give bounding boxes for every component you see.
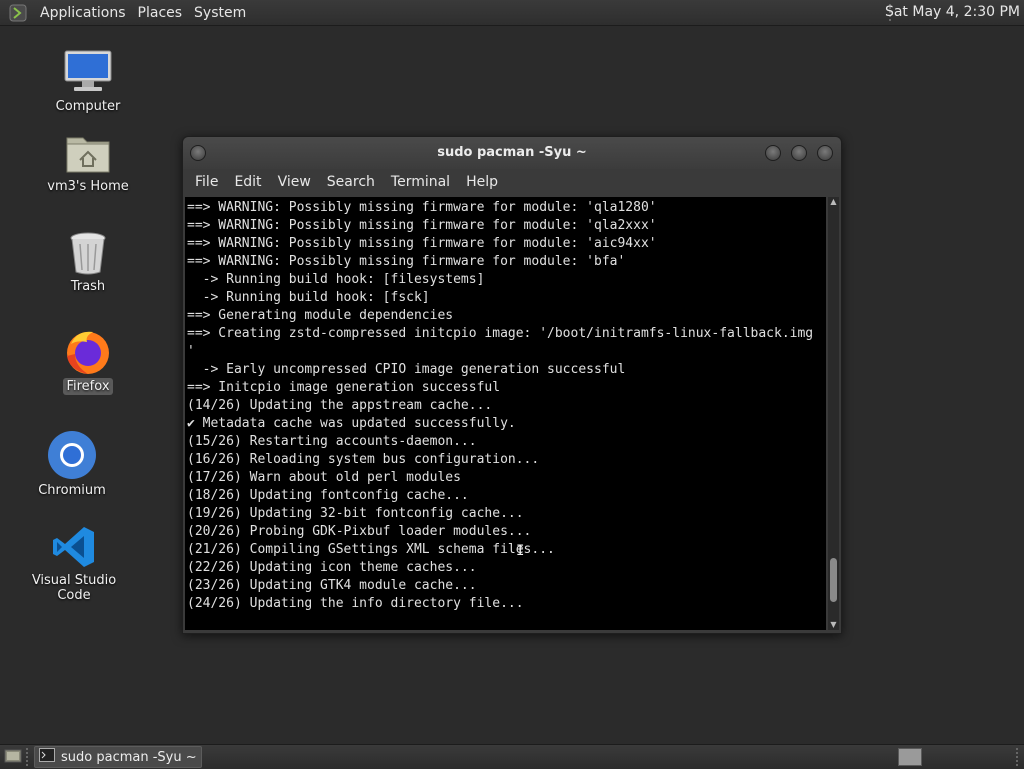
firefox-icon [28,320,148,376]
panel-separator [26,748,32,766]
terminal-icon [39,748,55,766]
chromium-icon [12,424,132,480]
desktop-icon-label: Chromium [38,483,106,498]
menu-help[interactable]: Help [458,174,506,190]
home-folder-icon [28,120,148,176]
panel-separator [1016,748,1022,766]
terminal-output[interactable]: ==> WARNING: Possibly missing firmware f… [185,197,826,630]
trash-icon [28,220,148,276]
scroll-up-arrow-icon[interactable]: ▲ [828,197,839,207]
vscode-icon [14,514,134,570]
desktop-icon-trash[interactable]: Trash [28,220,148,295]
terminal-menubar: File Edit View Search Terminal Help [183,169,841,195]
desktop-icon-firefox[interactable]: Firefox [28,320,148,395]
desktop-icon-label: vm3's Home [47,179,129,194]
scroll-down-arrow-icon[interactable]: ▼ [828,620,839,630]
desktop-icon-label: Visual Studio Code [31,573,117,603]
workspace-switcher[interactable] [898,748,922,766]
menu-edit[interactable]: Edit [226,174,269,190]
computer-icon [28,40,148,96]
window-menu-icon[interactable] [190,145,206,161]
scrollbar-thumb[interactable] [830,557,837,602]
top-panel: Applications Places System Sat May 4, 2:… [0,0,1024,26]
maximize-button[interactable] [791,145,807,161]
terminal-text: ==> WARNING: Possibly missing firmware f… [187,200,814,611]
text-cursor-icon: I [516,543,525,559]
minimize-button[interactable] [765,145,781,161]
applications-menu[interactable]: Applications [34,5,132,21]
desktop-icon-chromium[interactable]: Chromium [12,424,132,499]
desktop-icon-home[interactable]: vm3's Home [28,120,148,195]
vertical-scrollbar[interactable]: ▲ ▼ [828,197,839,630]
menu-file[interactable]: File [187,174,226,190]
window-titlebar[interactable]: sudo pacman -Syu ~ [183,137,841,169]
show-desktop-icon[interactable] [4,748,22,764]
clock[interactable]: Sat May 4, 2:30 PM [885,0,1020,25]
taskbar-item-label: sudo pacman -Syu ~ [61,749,197,765]
distro-logo-icon[interactable] [8,4,28,22]
taskbar-item-terminal[interactable]: sudo pacman -Syu ~ [34,746,202,768]
menu-view[interactable]: View [270,174,319,190]
menu-search[interactable]: Search [319,174,383,190]
window-title: sudo pacman -Syu ~ [437,145,587,160]
menu-terminal[interactable]: Terminal [383,174,458,190]
desktop-icon-vscode[interactable]: Visual Studio Code [14,514,134,604]
desktop-icon-label: Trash [70,279,106,294]
close-button[interactable] [817,145,833,161]
desktop-icon-label: Computer [55,99,121,114]
system-menu[interactable]: System [188,5,252,21]
places-menu[interactable]: Places [132,5,189,21]
desktop-icon-label: Firefox [63,378,113,395]
terminal-window[interactable]: sudo pacman -Syu ~ File Edit View Search… [182,136,842,634]
bottom-panel: sudo pacman -Syu ~ [0,744,1024,769]
desktop-icon-computer[interactable]: Computer [28,40,148,115]
